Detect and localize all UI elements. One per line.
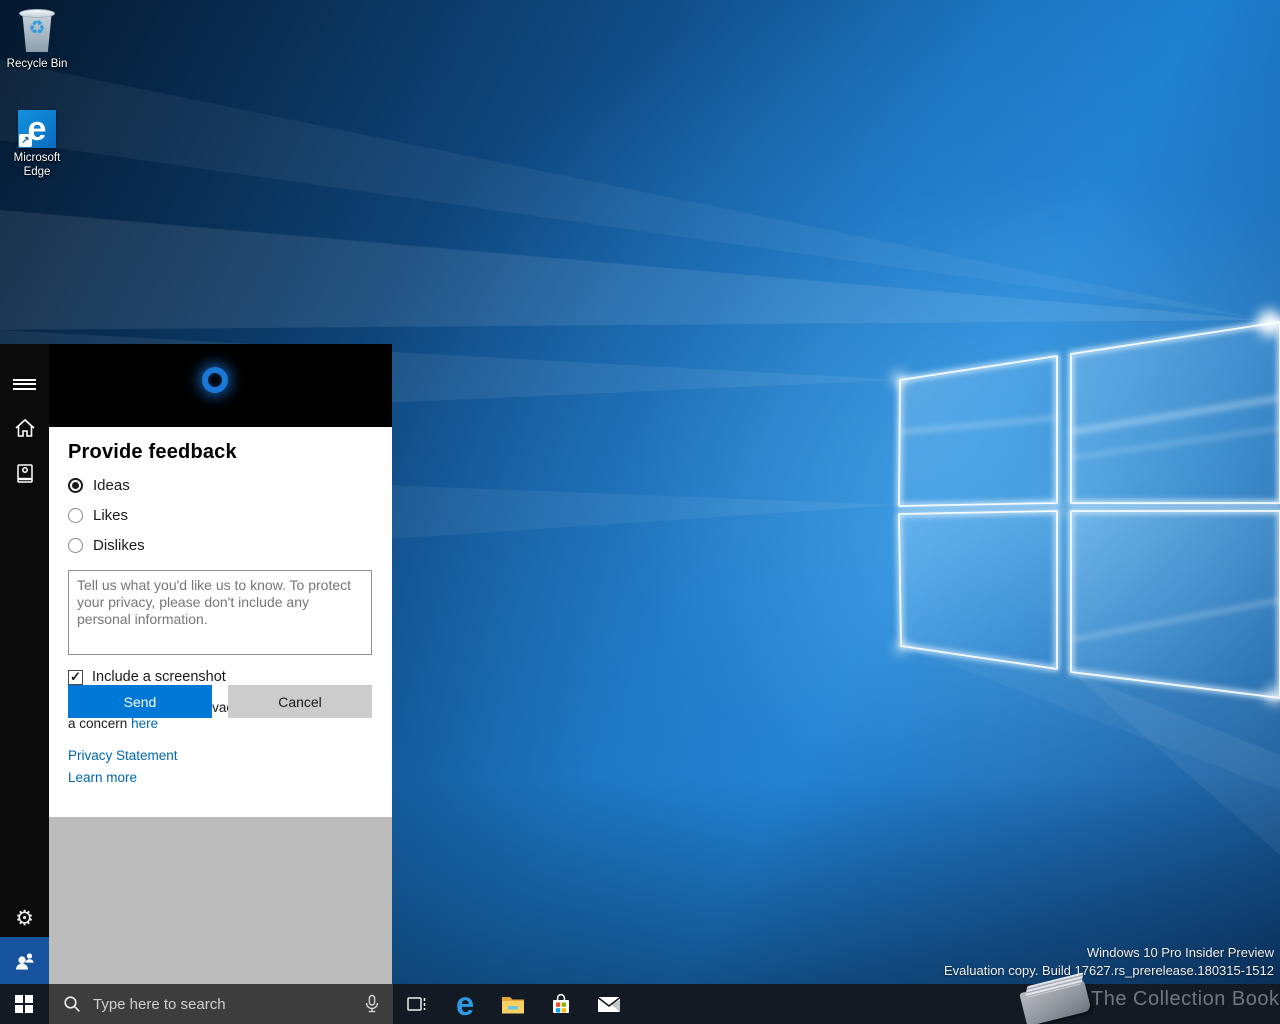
store-icon <box>549 992 573 1016</box>
radio-label: Dislikes <box>93 537 145 554</box>
cortana-feedback-panel: Provide feedback Ideas Likes Dislikes ✓ … <box>49 344 392 984</box>
edge-icon: e <box>456 984 474 1024</box>
os-build-watermark: Windows 10 Pro Insider Preview Evaluatio… <box>944 944 1274 980</box>
feedback-button[interactable] <box>0 937 49 984</box>
desktop-icon-label-line2: Edge <box>24 166 51 178</box>
panel-title: Provide feedback <box>68 441 372 464</box>
feedback-person-icon <box>13 949 37 973</box>
home-icon <box>14 417 36 439</box>
search-icon <box>63 995 81 1013</box>
shortcut-arrow-icon: ↗ <box>19 134 32 147</box>
screen: ♻ Recycle Bin e ↗ Microsoft Edge ⚙ <box>0 0 1280 1024</box>
cortana-logo-icon <box>202 367 228 393</box>
file-explorer-icon <box>500 993 526 1015</box>
report-concern-link[interactable]: here <box>131 716 158 731</box>
task-view-icon <box>406 994 428 1014</box>
check-icon: ✓ <box>70 669 81 685</box>
feedback-form: Provide feedback Ideas Likes Dislikes ✓ … <box>49 427 392 817</box>
radio-label: Likes <box>93 507 128 524</box>
cortana-panel-header <box>49 344 392 427</box>
taskbar-search[interactable] <box>49 984 393 1024</box>
task-view-button[interactable] <box>393 984 441 1024</box>
send-button[interactable]: Send <box>68 685 212 718</box>
gear-icon: ⚙ <box>15 908 34 929</box>
microphone-icon <box>363 994 381 1014</box>
feedback-textarea[interactable] <box>68 570 372 655</box>
mail-icon <box>596 994 622 1014</box>
windows-logo-icon <box>15 995 33 1013</box>
radio-label: Ideas <box>93 477 130 494</box>
cortana-sidebar: ⚙ <box>0 344 49 984</box>
recycle-bin-icon: ♻ <box>17 6 57 54</box>
radio-ideas[interactable]: Ideas <box>68 477 372 494</box>
taskbar-edge-button[interactable]: e <box>441 984 489 1024</box>
taskbar: e <box>0 984 1280 1024</box>
notebook-button[interactable] <box>0 452 49 496</box>
desktop-icon-label: Recycle Bin <box>5 57 69 71</box>
start-button[interactable] <box>0 984 48 1024</box>
notebook-icon <box>14 462 36 486</box>
menu-button[interactable] <box>0 362 49 406</box>
hamburger-icon <box>13 376 36 392</box>
settings-button[interactable]: ⚙ <box>0 896 49 940</box>
edge-tile-icon: e ↗ <box>18 110 56 148</box>
panel-footer <box>49 817 392 984</box>
checkbox-label: Include a screenshot <box>92 669 226 685</box>
radio-circle-icon <box>68 478 83 493</box>
home-button[interactable] <box>0 406 49 450</box>
desktop-icon-label-line1: Microsoft <box>14 152 61 164</box>
radio-circle-icon <box>68 508 83 523</box>
screenshot-checkbox[interactable]: ✓ <box>68 670 83 685</box>
recycle-glyph: ♻ <box>17 18 57 40</box>
taskbar-store-button[interactable] <box>537 984 585 1024</box>
cancel-button[interactable]: Cancel <box>228 685 372 718</box>
desktop-icon-microsoft-edge[interactable]: e ↗ Microsoft Edge <box>5 110 69 179</box>
privacy-statement-link[interactable]: Privacy Statement <box>68 748 372 763</box>
radio-likes[interactable]: Likes <box>68 507 372 524</box>
taskbar-mail-button[interactable] <box>585 984 633 1024</box>
taskbar-file-explorer-button[interactable] <box>489 984 537 1024</box>
search-input[interactable] <box>91 995 355 1014</box>
learn-more-link[interactable]: Learn more <box>68 770 372 785</box>
screenshot-checkbox-row[interactable]: ✓ Include a screenshot <box>68 669 372 685</box>
radio-circle-icon <box>68 538 83 553</box>
radio-dislikes[interactable]: Dislikes <box>68 537 372 554</box>
desktop-icon-recycle-bin[interactable]: ♻ Recycle Bin <box>5 6 69 71</box>
